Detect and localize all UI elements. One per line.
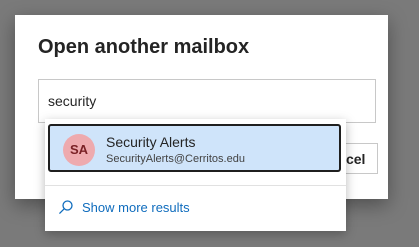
dialog-title: Open another mailbox <box>38 36 250 58</box>
suggestion-item[interactable]: SA Security Alerts SecurityAlerts@Cerrit… <box>48 124 341 172</box>
divider <box>45 185 346 186</box>
show-more-results-label: Show more results <box>82 199 190 215</box>
contact-email: SecurityAlerts@Cerritos.edu <box>106 153 245 165</box>
contact-name: Security Alerts <box>106 134 196 150</box>
search-icon <box>58 199 74 215</box>
suggestions-dropdown: SA Security Alerts SecurityAlerts@Cerrit… <box>45 119 346 231</box>
show-more-results-link[interactable]: Show more results <box>58 193 190 221</box>
mailbox-search-input[interactable] <box>38 79 376 123</box>
avatar: SA <box>63 134 95 166</box>
